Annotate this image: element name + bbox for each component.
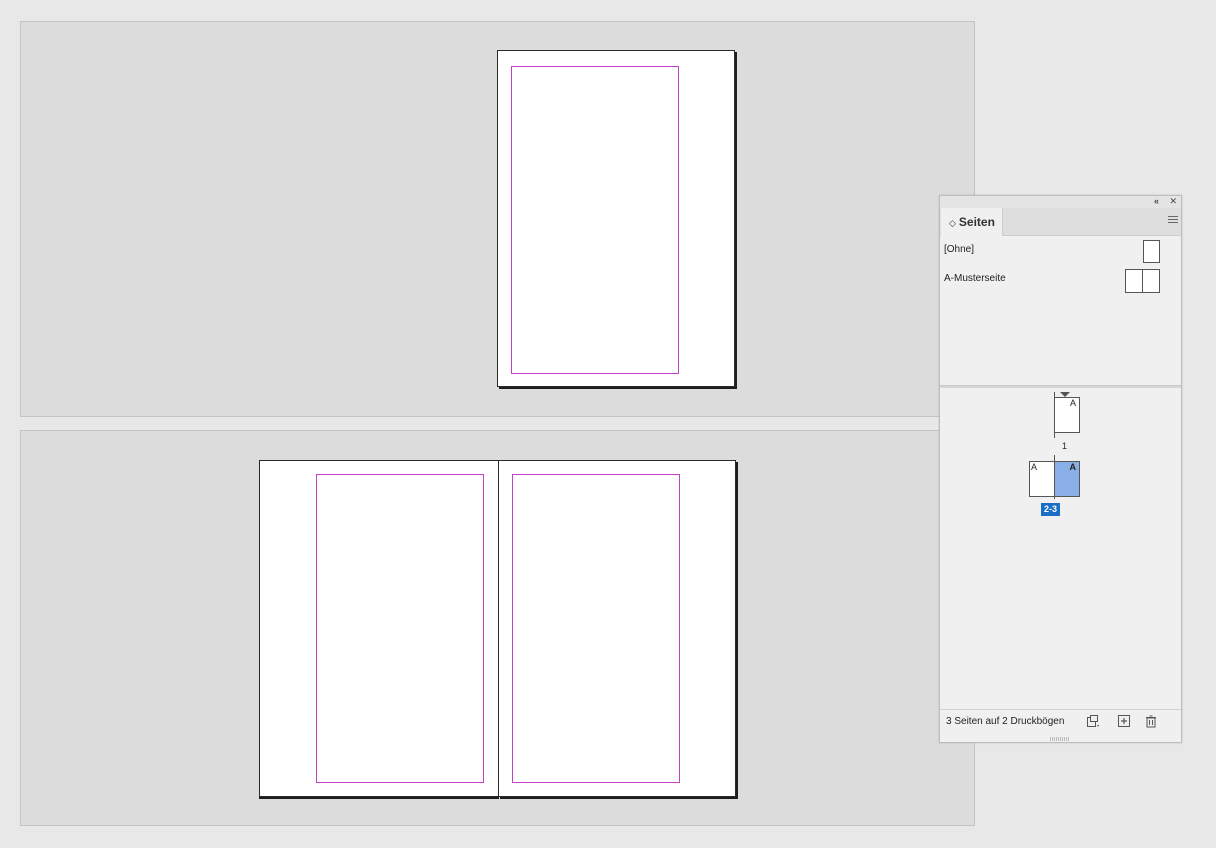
pasteboard-spread-2	[20, 430, 975, 826]
tab-label: Seiten	[958, 215, 995, 229]
chevron-updown-icon: ◇	[949, 218, 956, 228]
tab-seiten[interactable]: ◇ Seiten	[941, 208, 1003, 236]
master-a-thumb-left[interactable]	[1125, 269, 1143, 293]
close-icon[interactable]: ✕	[1169, 195, 1177, 207]
panel-footer: 3 Seiten auf 2 Druckbögen	[940, 709, 1181, 732]
collapse-icon[interactable]: «	[1154, 195, 1159, 207]
master-letter: A	[1069, 462, 1077, 472]
edit-page-size-icon[interactable]	[1086, 714, 1100, 728]
resize-grip[interactable]	[1050, 737, 1070, 741]
pages-panel: « ✕ ◇ Seiten [Ohne] A-Musterseite A 1 A A…	[939, 195, 1182, 743]
panel-menu-icon[interactable]	[1168, 216, 1178, 225]
master-label: A-Musterseite	[944, 273, 1006, 284]
margin-guide	[316, 474, 484, 783]
page-2-thumb[interactable]: A	[1029, 461, 1055, 497]
master-letter: A	[1031, 462, 1038, 472]
master-letter: A	[1069, 398, 1076, 408]
page-3[interactable]	[498, 460, 736, 797]
page-2[interactable]	[259, 460, 499, 797]
margin-guide	[511, 66, 679, 374]
master-ohne[interactable]: [Ohne]	[944, 244, 974, 255]
master-label: [Ohne]	[944, 244, 975, 255]
margin-guide	[512, 474, 680, 783]
pasteboard-spread-1	[20, 21, 975, 417]
master-a[interactable]: A-Musterseite	[944, 273, 1006, 284]
page-1-thumb[interactable]: A	[1054, 397, 1080, 433]
spread-2-3-number[interactable]: 2-3	[1041, 503, 1061, 516]
panel-divider[interactable]	[940, 385, 1181, 388]
panel-tabbar: ◇ Seiten	[940, 208, 1181, 236]
master-a-thumb-right[interactable]	[1142, 269, 1160, 293]
new-page-icon[interactable]	[1117, 714, 1131, 728]
page-count-status: 3 Seiten auf 2 Druckbögen	[946, 716, 1065, 727]
master-ohne-thumb[interactable]	[1143, 240, 1160, 263]
trash-icon[interactable]	[1144, 714, 1158, 728]
page-1[interactable]	[497, 50, 735, 387]
page-3-thumb[interactable]: A	[1054, 461, 1080, 497]
page-1-number: 1	[1062, 441, 1068, 451]
